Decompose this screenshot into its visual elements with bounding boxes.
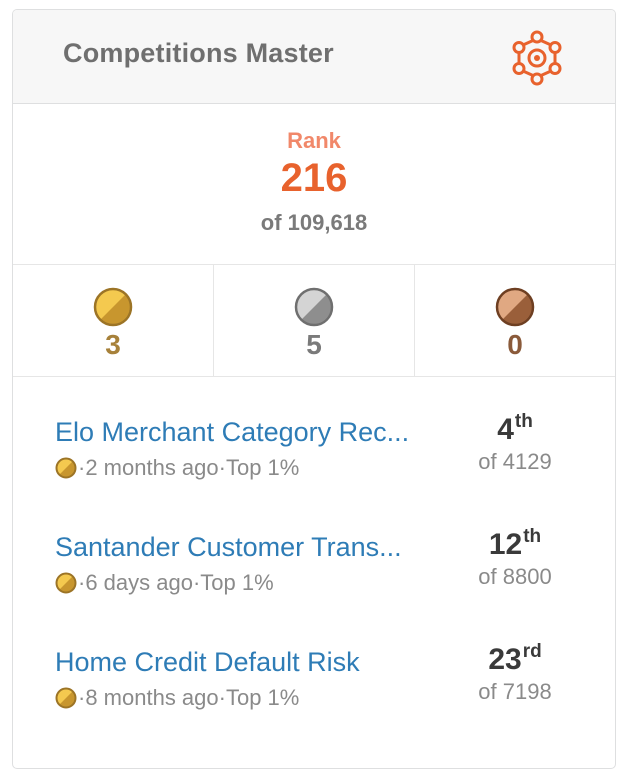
place: 12: [488, 528, 523, 561]
time-ago: 8 months ago: [85, 685, 219, 710]
list-item: Elo Merchant Category Rec... · 2 months …: [13, 383, 615, 498]
separator: ·: [78, 455, 86, 480]
separator: ·: [78, 570, 86, 595]
competition-link[interactable]: Santander Customer Trans...: [55, 532, 402, 563]
team-count: of 7198: [478, 679, 552, 704]
bronze-medal-cell: 0: [415, 265, 615, 376]
separator: ·: [218, 455, 226, 480]
place: 4: [497, 413, 514, 446]
team-count: of 8800: [478, 564, 552, 589]
silver-medal-icon: [294, 287, 334, 327]
list-item: Santander Customer Trans... · 6 days ago…: [13, 498, 615, 613]
separator: ·: [218, 685, 226, 710]
percentile: Top 1%: [200, 570, 274, 595]
rank-total: of 109,618: [260, 210, 368, 235]
list-item: Home Credit Default Risk · 8 months ago …: [13, 613, 615, 728]
bronze-medal-icon: [495, 287, 535, 327]
rank-value: 216: [280, 156, 348, 200]
competition-meta: · 8 months ago · Top 1%: [55, 685, 299, 711]
separator: ·: [78, 685, 86, 710]
competition-rank: 12th of 8800: [455, 526, 575, 590]
card-header: Competitions Master: [13, 10, 615, 104]
place-suffix: th: [523, 526, 542, 547]
rank-label: Rank: [287, 128, 341, 153]
grandmaster-network-icon: [512, 30, 562, 86]
competition-link[interactable]: Elo Merchant Category Rec...: [55, 417, 409, 448]
competition-meta: · 6 days ago · Top 1%: [55, 570, 274, 596]
tier-title: Competitions Master: [63, 38, 334, 68]
gold-medal-icon: [93, 287, 133, 327]
profile-competitions-card: Competitions Master Rank 216 of 109,618: [12, 9, 616, 769]
separator: ·: [192, 570, 201, 595]
competition-meta: · 2 months ago · Top 1%: [55, 455, 299, 481]
team-count: of 4129: [478, 449, 552, 474]
time-ago: 6 days ago: [85, 570, 193, 595]
gold-medal-icon: [55, 687, 77, 709]
percentile: Top 1%: [225, 455, 300, 480]
percentile: Top 1%: [225, 685, 300, 710]
silver-medal-count: 5: [306, 329, 322, 360]
competition-list: Elo Merchant Category Rec... · 2 months …: [13, 377, 615, 728]
gold-medal-icon: [55, 457, 77, 479]
gold-medal-cell: 3: [13, 265, 214, 376]
competition-link[interactable]: Home Credit Default Risk: [55, 647, 360, 678]
place: 23: [488, 643, 522, 676]
gold-medal-count: 3: [105, 329, 121, 360]
bronze-medal-count: 0: [507, 329, 523, 360]
medal-counts: 3 5 0: [13, 265, 615, 377]
gold-medal-icon: [55, 572, 77, 594]
competition-rank: 4th of 4129: [455, 411, 575, 475]
competition-rank: 23rd of 7198: [455, 641, 575, 705]
silver-medal-cell: 5: [214, 265, 415, 376]
place-suffix: th: [514, 411, 533, 432]
time-ago: 2 months ago: [85, 455, 219, 480]
rank-block: Rank 216 of 109,618: [13, 104, 615, 265]
place-suffix: rd: [522, 641, 542, 662]
